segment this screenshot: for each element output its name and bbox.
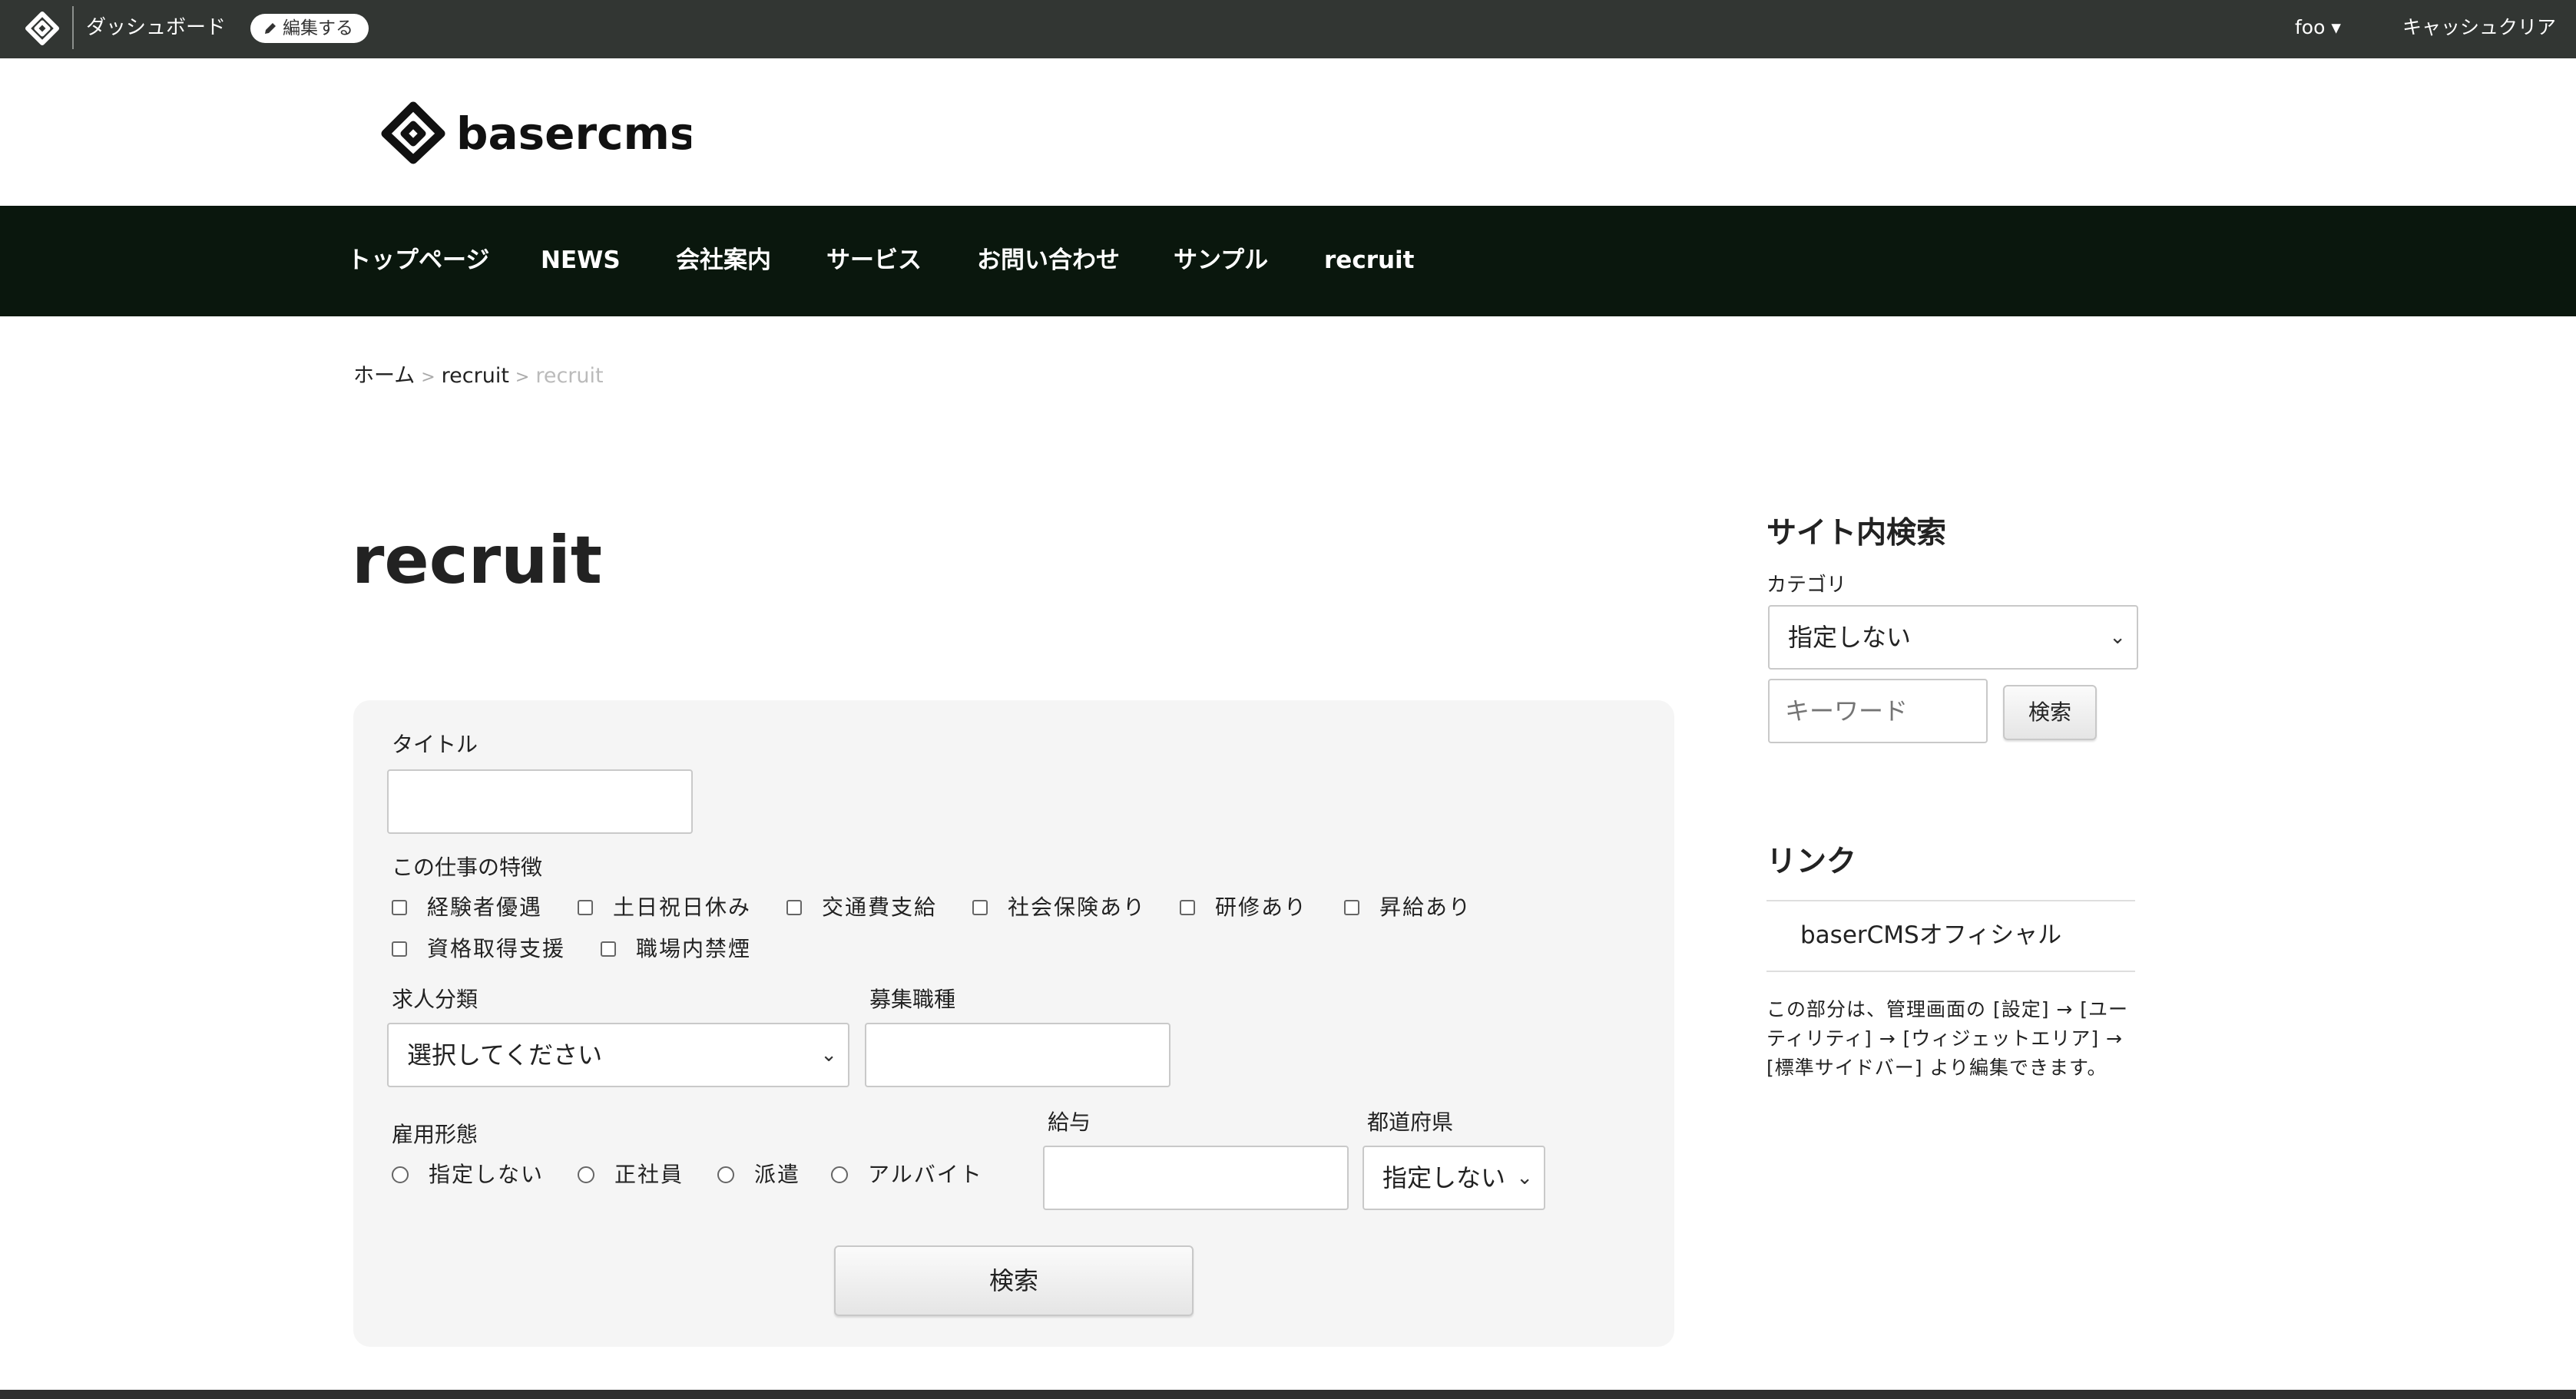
feature-label: 資格取得支援 [427, 936, 566, 961]
dashboard-link[interactable]: ダッシュボード [86, 14, 226, 41]
feature-label: 経験者優遇 [427, 895, 543, 920]
global-nav: トップページ NEWS 会社案内 サービス お問い合わせ サンプル recrui… [0, 206, 2576, 316]
category-select[interactable]: 選択してください ⌄ [387, 1023, 849, 1087]
edit-label: 編集する [283, 18, 353, 38]
admin-bar-divider [72, 6, 74, 49]
feature-checkbox-experienced[interactable]: 経験者優遇 [392, 892, 542, 923]
checkbox[interactable] [392, 941, 407, 957]
nav-item-contact[interactable]: お問い合わせ [977, 244, 1120, 276]
logo-text: basercms [456, 107, 691, 160]
feature-checkbox-insurance[interactable]: 社会保険あり [972, 892, 1146, 923]
divider [1766, 900, 2135, 901]
checkbox[interactable] [1344, 900, 1359, 915]
basercms-official-link[interactable]: baserCMSオフィシャル [1800, 918, 2061, 952]
prefecture-select[interactable]: 指定しない ⌄ [1362, 1146, 1545, 1210]
radio[interactable] [578, 1166, 594, 1183]
sidebar-note: この部分は、管理画面の [設定] → [ユーティリティ] → [ウィジェットエリ… [1766, 998, 2129, 1079]
sidebar-search-button[interactable]: 検索 [2003, 685, 2097, 740]
admin-bar: ダッシュボード 編集する foo ▾ キャッシュクリア [0, 0, 2576, 58]
user-menu[interactable]: foo ▾ [2295, 14, 2341, 41]
radio-label: 派遣 [754, 1162, 801, 1187]
title-label: タイトル [392, 732, 478, 757]
feature-label: 研修あり [1215, 895, 1308, 920]
feature-label: 交通費支給 [822, 895, 938, 920]
pencil-icon [265, 23, 276, 34]
prefecture-value: 指定しない [1382, 1163, 1506, 1192]
edit-page-button[interactable]: 編集する [250, 14, 369, 43]
nav-item-company[interactable]: 会社案内 [676, 244, 771, 276]
keyword-input[interactable] [1768, 679, 1988, 743]
site-logo[interactable]: basercms [381, 101, 691, 164]
feature-label: 社会保険あり [1008, 895, 1147, 920]
checkbox[interactable] [972, 900, 988, 915]
breadcrumb-separator: > [515, 368, 530, 387]
title-input[interactable] [387, 769, 693, 834]
site-search-heading: サイト内検索 [1766, 516, 1947, 551]
job-search-form: タイトル この仕事の特徴 経験者優遇 土日祝日休み 交通費支給 社会保険あり 研… [353, 700, 1674, 1347]
chevron-down-icon: ⌄ [820, 1043, 837, 1067]
breadcrumb-separator: > [421, 368, 435, 387]
breadcrumb-recruit[interactable]: recruit [442, 364, 509, 388]
feature-checkbox-raise[interactable]: 昇給あり [1344, 892, 1472, 923]
feature-label: 土日祝日休み [613, 895, 752, 920]
basercms-logo-icon[interactable] [23, 11, 61, 48]
feature-checkbox-qualification[interactable]: 資格取得支援 [392, 934, 565, 964]
checkbox[interactable] [786, 900, 802, 915]
breadcrumb-current: recruit [535, 364, 604, 388]
employment-radio-dispatch[interactable]: 派遣 [717, 1159, 800, 1190]
nav-item-top[interactable]: トップページ [347, 244, 489, 276]
divider [1766, 971, 2135, 972]
radio[interactable] [392, 1166, 409, 1183]
employment-radio-unspecified[interactable]: 指定しない [392, 1159, 544, 1190]
checkbox[interactable] [1180, 900, 1195, 915]
prefecture-label: 都道府県 [1367, 1110, 1454, 1135]
salary-input[interactable] [1043, 1146, 1349, 1210]
feature-label: 職場内禁煙 [636, 936, 752, 961]
radio-label: 正社員 [614, 1162, 684, 1187]
nav-item-service[interactable]: サービス [826, 244, 922, 276]
features-label: この仕事の特徴 [392, 855, 543, 880]
checkbox[interactable] [601, 941, 616, 957]
employment-radio-fulltime[interactable]: 正社員 [578, 1159, 684, 1190]
category-value: 選択してください [407, 1040, 603, 1070]
radio[interactable] [717, 1166, 734, 1183]
sidebar-category-value: 指定しない [1788, 623, 1912, 652]
salary-label: 給与 [1048, 1110, 1091, 1135]
feature-label: 昇給あり [1379, 895, 1472, 920]
feature-checkbox-transport[interactable]: 交通費支給 [786, 892, 937, 923]
category-label: 求人分類 [392, 987, 478, 1012]
footer-edge [0, 1390, 2576, 1399]
breadcrumb: ホーム > recruit > recruit [353, 361, 604, 393]
nav-item-news[interactable]: NEWS [541, 244, 621, 276]
search-submit-button[interactable]: 検索 [834, 1245, 1194, 1316]
employment-label: 雇用形態 [392, 1122, 478, 1147]
feature-checkbox-training[interactable]: 研修あり [1180, 892, 1307, 923]
radio[interactable] [831, 1166, 848, 1183]
breadcrumb-home[interactable]: ホーム [353, 364, 415, 388]
feature-checkbox-no-smoking[interactable]: 職場内禁煙 [601, 934, 751, 964]
sidebar-category-label: カテゴリ [1766, 574, 1847, 597]
feature-checkbox-weekends-off[interactable]: 土日祝日休み [578, 892, 751, 923]
employment-radio-parttime[interactable]: アルバイト [831, 1159, 983, 1190]
checkbox[interactable] [578, 900, 593, 915]
cache-clear-link[interactable]: キャッシュクリア [2402, 14, 2556, 41]
job-type-input[interactable] [865, 1023, 1170, 1087]
checkbox[interactable] [392, 900, 407, 915]
links-heading: リンク [1766, 845, 1857, 879]
page-title: recruit [352, 522, 602, 599]
sidebar-category-select[interactable]: 指定しない ⌄ [1768, 605, 2138, 670]
chevron-down-icon: ⌄ [2109, 626, 2126, 649]
job-type-label: 募集職種 [869, 987, 956, 1012]
radio-label: アルバイト [868, 1162, 983, 1187]
chevron-down-icon: ⌄ [1516, 1166, 1533, 1189]
radio-label: 指定しない [429, 1162, 545, 1187]
nav-item-sample[interactable]: サンプル [1174, 244, 1268, 276]
nav-item-recruit[interactable]: recruit [1324, 244, 1415, 276]
